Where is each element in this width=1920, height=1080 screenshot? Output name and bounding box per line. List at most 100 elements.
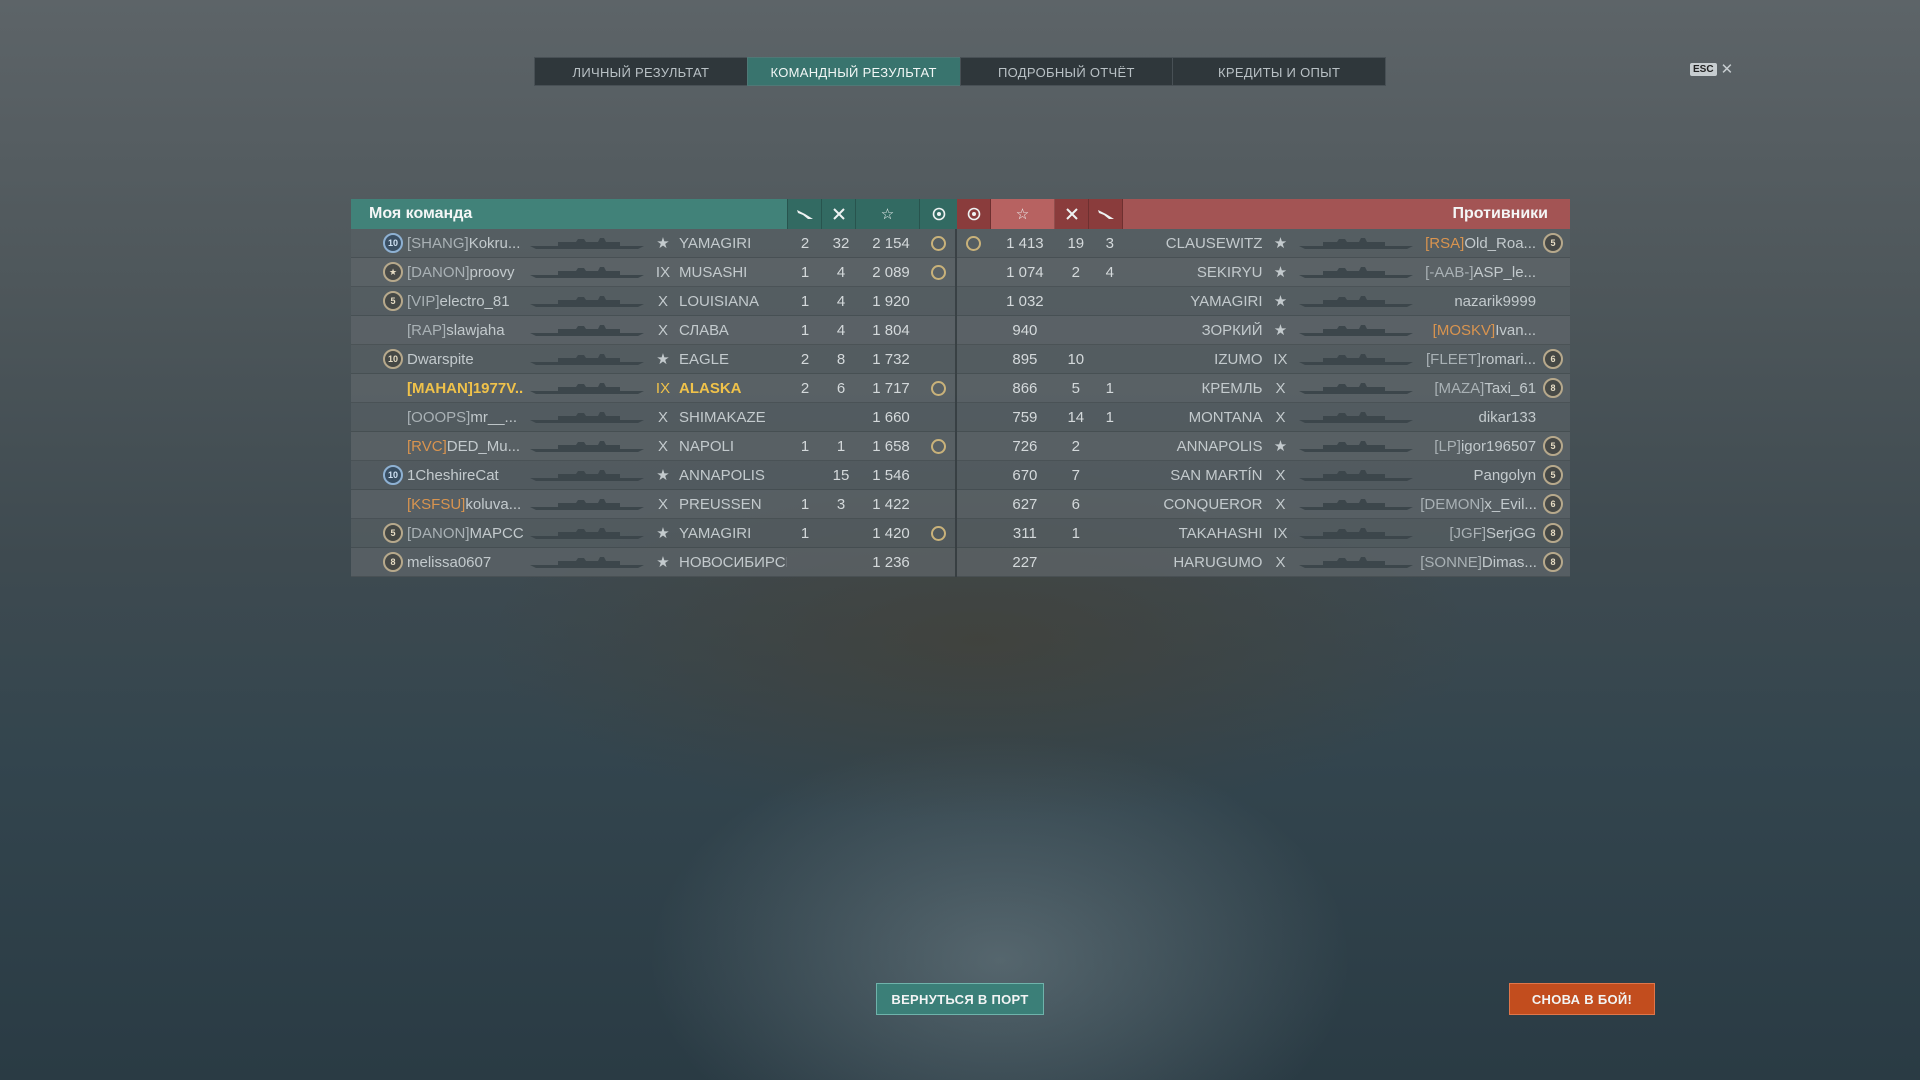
ship-name: YAMAGIRI — [1190, 292, 1263, 310]
player-name-cell: [MOSKV]Ivan... — [1420, 322, 1536, 339]
rank-badge-icon: 5 — [383, 523, 403, 543]
ship-silhouette-cell — [1292, 381, 1420, 395]
player-name: proovy — [469, 263, 515, 281]
rank-cell — [351, 407, 407, 427]
kills-icon — [821, 199, 855, 229]
tab-credits-xp[interactable]: КРЕДИТЫ И ОПЫТ — [1172, 57, 1386, 86]
enemy-row[interactable]: 940 ЗОРКИЙ ★ [MOSKV]Ivan... — [957, 316, 1570, 345]
base-xp: 1 032 — [1006, 292, 1044, 310]
ship-silhouette-icon — [530, 441, 644, 452]
player-row[interactable]: 5 [DANON]MAPCC ★ YAMAGIRI 1 1 420 — [351, 519, 955, 548]
player-name: dikar133 — [1478, 408, 1537, 426]
return-to-port-button[interactable]: ВЕРНУТЬСЯ В ПОРТ — [876, 983, 1044, 1015]
tab-personal-result[interactable]: ЛИЧНЫЙ РЕЗУЛЬТАТ — [534, 57, 747, 86]
planes-destroyed: 1 — [800, 524, 810, 542]
planes-destroyed: 2 — [800, 379, 810, 397]
player-row[interactable]: 8 melissa0607 ★ НОВОСИБИРСК 1 236 — [351, 548, 955, 577]
clan-tag: [OOOPS] — [407, 408, 471, 426]
achievement-cell — [957, 439, 991, 454]
player-row[interactable]: [RAP]slawjaha X СЛАВА 1 4 1 804 — [351, 316, 955, 345]
ship-tier: IX — [655, 379, 671, 397]
ship-silhouette-cell — [523, 381, 651, 395]
achievement-cell — [957, 265, 991, 280]
player-row[interactable]: ★ [DANON]proovy IX MUSASHI 1 4 2 089 — [351, 258, 955, 287]
player-name: Dimas... — [1481, 553, 1537, 571]
player-row[interactable]: [MAHAN]1977V... IX ALASKA 2 6 1 717 — [351, 374, 955, 403]
planes-destroyed: 1 — [1105, 408, 1114, 426]
player-name-cell: Pangolyn — [1420, 467, 1536, 484]
player-name-cell: [-AAB-]ASP_le... — [1420, 264, 1536, 281]
planes-destroyed: 4 — [1105, 263, 1114, 281]
my-team-list: 10 [SHANG]Kokru... ★ YAMAGIRI 2 32 2 154… — [351, 229, 957, 577]
ship-silhouette-cell — [1292, 410, 1420, 424]
player-name-cell: [LP]igor196507 — [1420, 438, 1536, 455]
enemy-team-title: Противники — [1452, 205, 1549, 222]
ship-silhouette-icon — [530, 557, 644, 568]
enemy-row[interactable]: 670 7 SAN MARTÍN X Pangolyn 5 — [957, 461, 1570, 490]
rank-badge-icon: 8 — [1543, 523, 1564, 543]
enemy-row[interactable]: 1 032 YAMAGIRI ★ nazarik9999 — [957, 287, 1570, 316]
kills: 15 — [832, 466, 850, 484]
enemy-row[interactable]: 627 6 CONQUEROR X [DEMON]x_Evil... 6 — [957, 490, 1570, 519]
clan-tag: [KSFSU] — [407, 495, 466, 513]
enemy-row[interactable]: 1 074 2 4 SEKIRYU ★ [-AAB-]ASP_le... — [957, 258, 1570, 287]
achievement-cell — [957, 381, 991, 396]
rank-cell — [351, 436, 407, 456]
ship-tier: X — [1275, 495, 1286, 513]
rank-cell — [1536, 291, 1570, 311]
base-xp: 726 — [1012, 437, 1038, 455]
rank-cell: 5 — [1536, 233, 1570, 253]
tab-team-result[interactable]: КОМАНДНЫЙ РЕЗУЛЬТАТ — [746, 57, 960, 86]
player-row[interactable]: 5 [VIP]electro_81 X LOUISIANA 1 4 1 920 — [351, 287, 955, 316]
ship-silhouette-icon — [530, 499, 644, 510]
my-team-title: Моя команда — [369, 205, 473, 222]
player-row[interactable]: [KSFSU]koluva... X PREUSSEN 1 3 1 422 — [351, 490, 955, 519]
enemy-row[interactable]: 726 2 ANNAPOLIS ★ [LP]igor196507 5 — [957, 432, 1570, 461]
base-xp: 940 — [1012, 321, 1038, 339]
player-name: nazarik9999 — [1454, 292, 1537, 310]
ship-silhouette-cell — [523, 555, 651, 569]
enemy-row[interactable]: 311 1 TAKAHASHI IX [JGF]SerjGG 8 — [957, 519, 1570, 548]
kills: 2 — [1071, 263, 1080, 281]
player-row[interactable]: 10 1CheshireCat ★ ANNAPOLIS 15 1 546 — [351, 461, 955, 490]
planes-destroyed: 1 — [800, 321, 810, 339]
ship-tier: ★ — [1273, 264, 1288, 281]
rank-badge-icon: 10 — [383, 465, 403, 485]
player-row[interactable]: [OOOPS]mr__... X SHIMAKAZE 1 660 — [351, 403, 955, 432]
rank-badge-icon: 5 — [1543, 233, 1564, 253]
rank-cell — [351, 378, 407, 398]
rank-badge-icon: 6 — [1543, 494, 1564, 514]
enemy-row[interactable]: 1 413 19 3 CLAUSEWITZ ★ [RSA]Old_Roa... … — [957, 229, 1570, 258]
enemy-row[interactable]: 227 HARUGUMO X [SONNE]Dimas... 8 — [957, 548, 1570, 577]
team-rows: 10 [SHANG]Kokru... ★ YAMAGIRI 2 32 2 154… — [351, 229, 1570, 577]
esc-close-button[interactable]: ESC ✕ — [1690, 60, 1733, 78]
ship-tier: ★ — [1273, 235, 1288, 252]
player-name: koluva... — [465, 495, 522, 513]
planes-destroyed: 1 — [1105, 379, 1114, 397]
enemy-row[interactable]: 895 10 IZUMO IX [FLEET]romari... 6 — [957, 345, 1570, 374]
ship-silhouette-icon — [530, 470, 644, 481]
rank-cell: 10 — [351, 465, 407, 485]
player-name-cell: nazarik9999 — [1420, 293, 1536, 310]
clan-tag: [-AAB-] — [1425, 263, 1474, 281]
player-row[interactable]: 10 [SHANG]Kokru... ★ YAMAGIRI 2 32 2 154 — [351, 229, 955, 258]
kills: 6 — [1071, 495, 1080, 513]
clan-tag: [FLEET] — [1426, 350, 1482, 368]
ship-silhouette-cell — [523, 526, 651, 540]
player-row[interactable]: 10 Dwarspite ★ EAGLE 2 8 1 732 — [351, 345, 955, 374]
kills: 14 — [1067, 408, 1085, 426]
enemy-row[interactable]: 759 14 1 MONTANA X dikar133 — [957, 403, 1570, 432]
clan-tag: [MAZA] — [1434, 379, 1485, 397]
player-name-cell: [SONNE]Dimas... — [1420, 554, 1536, 571]
tab-detailed-report[interactable]: ПОДРОБНЫЙ ОТЧЁТ — [959, 57, 1173, 86]
kills: 8 — [836, 350, 846, 368]
battle-again-button[interactable]: СНОВА В БОЙ! — [1509, 983, 1655, 1015]
rank-cell: 5 — [1536, 436, 1570, 456]
enemy-row[interactable]: 866 5 1 КРЕМЛЬ X [MAZA]Taxi_61 8 — [957, 374, 1570, 403]
player-row[interactable]: [RVC]DED_Mu... X NAPOLI 1 1 1 658 — [351, 432, 955, 461]
ship-tier: X — [657, 321, 668, 339]
ship-silhouette-cell — [1292, 497, 1420, 511]
kills: 5 — [1071, 379, 1080, 397]
achievement-cell — [957, 323, 991, 338]
ship-tier: ★ — [656, 554, 670, 571]
